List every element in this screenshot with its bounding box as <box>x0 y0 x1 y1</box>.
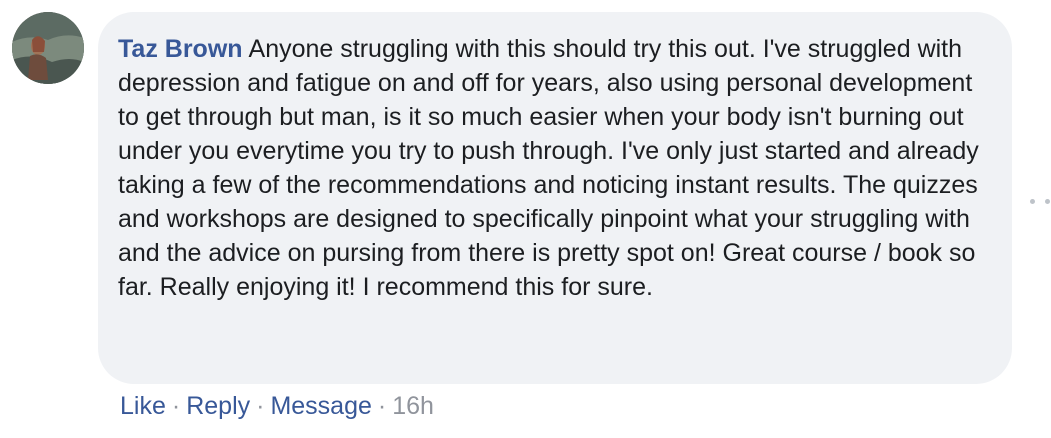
comment-bubble: Taz Brown Anyone struggling with this sho… <box>98 12 1012 384</box>
comment-text: Anyone struggling with this should try t… <box>118 35 979 301</box>
timestamp[interactable]: 16h <box>392 392 434 420</box>
like-link[interactable]: Like <box>120 392 166 420</box>
more-dot-icon <box>1045 198 1050 204</box>
author-name-link[interactable]: Taz Brown <box>118 35 243 63</box>
comment-body: Taz Brown Anyone struggling with this sho… <box>118 32 992 304</box>
separator: · <box>377 392 387 420</box>
separator: · <box>171 392 181 420</box>
avatar[interactable] <box>12 12 84 84</box>
comment: Taz Brown Anyone struggling with this sho… <box>0 0 1051 438</box>
more-options-button[interactable] <box>1030 196 1050 206</box>
separator: · <box>256 392 265 420</box>
message-link[interactable]: Message <box>270 392 371 420</box>
more-dot-icon <box>1030 198 1035 204</box>
comment-actions: Like · Reply · Message · 16h <box>120 390 434 422</box>
profile-photo-icon <box>12 12 84 84</box>
reply-link[interactable]: Reply <box>186 392 250 420</box>
